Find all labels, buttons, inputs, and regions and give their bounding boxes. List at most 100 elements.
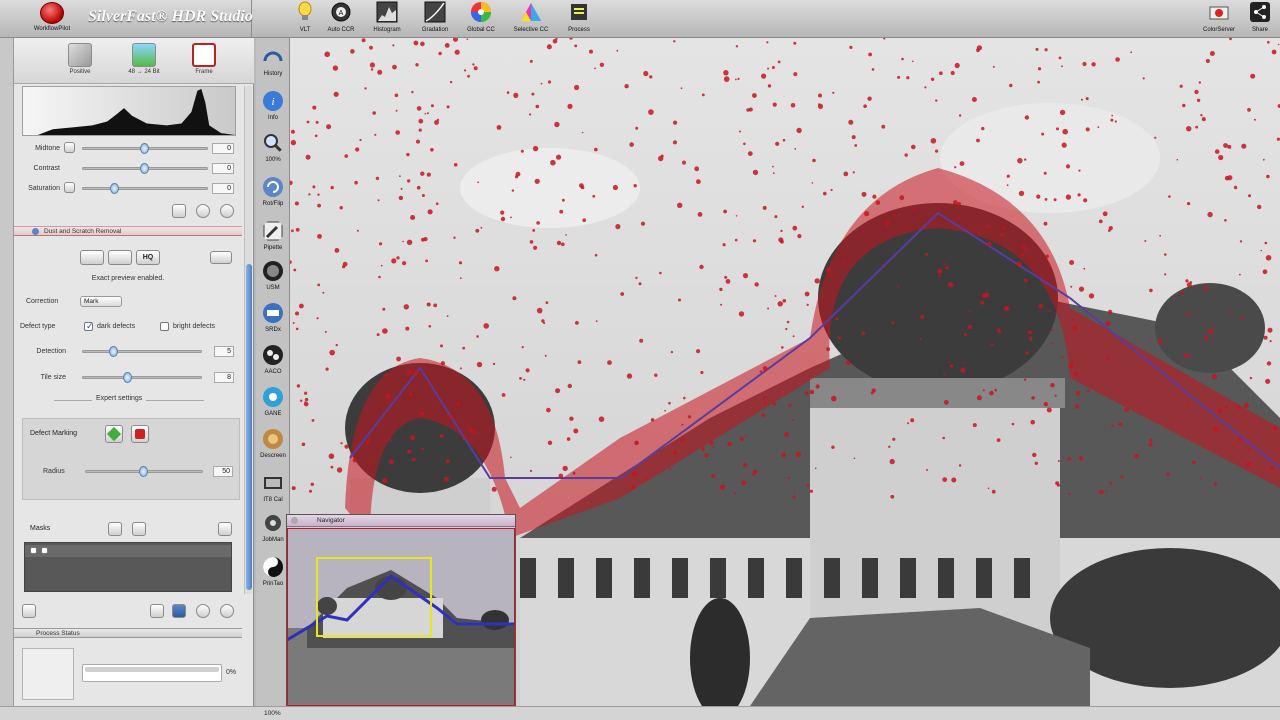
radius-slider[interactable] — [85, 466, 203, 477]
process-button[interactable]: Process — [556, 1, 602, 37]
histogram-button[interactable]: Histogram — [364, 1, 410, 37]
contrast-slider[interactable] — [82, 163, 208, 174]
bit-depth-button[interactable]: 48 → 24 Bit — [116, 43, 172, 75]
auto-ccr-button[interactable]: A Auto CCR — [318, 1, 364, 37]
selective-cc-button[interactable]: Selective CC — [508, 1, 554, 37]
bulb-icon — [298, 1, 312, 20]
jobman-tool[interactable]: JobMan — [256, 512, 290, 543]
mask-brush-button[interactable] — [108, 522, 122, 536]
gane-tool[interactable]: GANE — [256, 386, 290, 417]
mask-item[interactable] — [25, 545, 231, 557]
bit-depth-icon — [132, 43, 156, 67]
hq-button[interactable]: HQ — [136, 250, 160, 265]
global-cc-button[interactable]: Global CC — [458, 1, 504, 37]
detection-slider[interactable] — [82, 346, 202, 357]
mask-item-checkbox[interactable] — [30, 547, 37, 554]
color-server-button[interactable]: ColorServer — [1196, 1, 1242, 37]
radius-thumb[interactable] — [139, 466, 148, 477]
printao-tool[interactable]: PrinTao — [256, 556, 290, 587]
pipette-tool[interactable]: Pipette — [256, 220, 290, 251]
saturation-slider[interactable] — [82, 183, 208, 194]
history-tool[interactable]: History — [256, 46, 290, 77]
aaco-tool[interactable]: AACO — [256, 344, 290, 375]
bottom-reset-button[interactable] — [220, 604, 234, 618]
dust-mark — [350, 49, 355, 54]
marking-tool-button[interactable] — [105, 425, 123, 443]
dust-mark — [1214, 482, 1218, 486]
navigator-thumbnail[interactable] — [287, 528, 515, 706]
dust-mark — [546, 44, 552, 50]
dsr-options-button[interactable] — [210, 251, 232, 264]
dsr-header[interactable]: Dust and Scratch Removal — [14, 226, 242, 236]
dust-mark — [1109, 482, 1113, 485]
process-status-header[interactable]: Process Status — [14, 628, 242, 638]
dust-mark — [336, 467, 343, 473]
dust-mark — [361, 38, 366, 43]
share-button[interactable]: Share — [1242, 1, 1278, 37]
panel-scrollbar[interactable] — [244, 86, 252, 594]
tile-size-thumb[interactable] — [122, 372, 132, 383]
dust-mark — [762, 205, 767, 210]
dust-mark — [659, 271, 662, 275]
tile-size-slider[interactable] — [82, 372, 202, 383]
it8-tool[interactable]: IT8 Cal — [256, 472, 290, 503]
workflow-pilot-button[interactable]: WorkflowPilot — [26, 2, 78, 36]
mask-item-visible[interactable] — [41, 547, 48, 554]
detection-thumb[interactable] — [108, 346, 118, 357]
tile-size-value[interactable]: 8 — [214, 372, 234, 383]
dust-mark — [681, 423, 684, 426]
saturation-mode-button[interactable] — [64, 182, 75, 193]
contrast-value[interactable]: 0 — [212, 163, 234, 174]
bottom-save-button[interactable] — [150, 604, 164, 618]
saturation-thumb[interactable] — [110, 183, 120, 194]
usm-tool[interactable]: USM — [256, 260, 290, 291]
saturation-value[interactable]: 0 — [212, 183, 234, 194]
dust-mark — [709, 441, 714, 446]
dust-mark — [333, 91, 339, 97]
dust-mark — [643, 70, 649, 77]
detection-value[interactable]: 5 — [214, 346, 234, 357]
info-tool[interactable]: i Info — [256, 90, 290, 121]
dust-mark — [562, 465, 568, 472]
bottom-active-button[interactable] — [172, 604, 186, 618]
midtone-thumb[interactable] — [140, 143, 149, 154]
bright-defects-checkbox[interactable] — [160, 322, 169, 331]
descreen-tool[interactable]: Descreen — [256, 428, 290, 459]
midtone-value[interactable]: 0 — [212, 143, 234, 154]
rotate-flip-tool[interactable]: Rot/Flip — [256, 176, 290, 207]
dust-mark — [748, 107, 753, 112]
dust-mark — [648, 109, 654, 115]
midtone-slider[interactable] — [82, 143, 208, 154]
save-mask-button[interactable] — [22, 604, 36, 618]
expert-settings-label[interactable]: Expert settings — [92, 395, 147, 402]
dark-defects-checkbox[interactable]: ✓ — [84, 321, 94, 331]
save-settings-button[interactable] — [172, 204, 186, 218]
bottom-auto-button[interactable] — [196, 604, 210, 618]
zoom-tool[interactable]: 100% — [256, 132, 290, 163]
navigator-title-bar[interactable]: Navigator — [287, 515, 515, 527]
navigator-close-icon[interactable] — [291, 517, 298, 524]
midtone-mode-button[interactable] — [64, 142, 75, 153]
masks-list[interactable] — [24, 542, 232, 592]
dust-mark — [420, 171, 425, 176]
reset-button[interactable] — [220, 204, 234, 218]
panel-scroll-thumb[interactable] — [246, 264, 252, 590]
navigator-window[interactable]: Navigator — [286, 514, 516, 706]
dust-mark — [954, 62, 960, 69]
radius-value[interactable]: 50 — [213, 466, 233, 477]
dust-mark — [1130, 51, 1133, 54]
mask-delete-button[interactable] — [218, 522, 232, 536]
srdx-tool[interactable]: SRDx — [256, 302, 290, 333]
quality-button-1[interactable] — [80, 250, 104, 265]
aaco-label: AACO — [264, 369, 282, 375]
dust-mark — [673, 450, 678, 455]
mask-eraser-button[interactable] — [132, 522, 146, 536]
correction-dropdown[interactable]: Mark — [80, 296, 122, 307]
auto-adjust-button[interactable] — [196, 204, 210, 218]
positive-mode-button[interactable]: Positive — [52, 43, 108, 75]
marking-color-button[interactable] — [131, 425, 149, 443]
gradation-button[interactable]: Gradation — [412, 1, 458, 37]
contrast-thumb[interactable] — [140, 163, 149, 174]
quality-button-2[interactable] — [108, 250, 132, 265]
frame-button[interactable]: Frame — [176, 43, 232, 75]
